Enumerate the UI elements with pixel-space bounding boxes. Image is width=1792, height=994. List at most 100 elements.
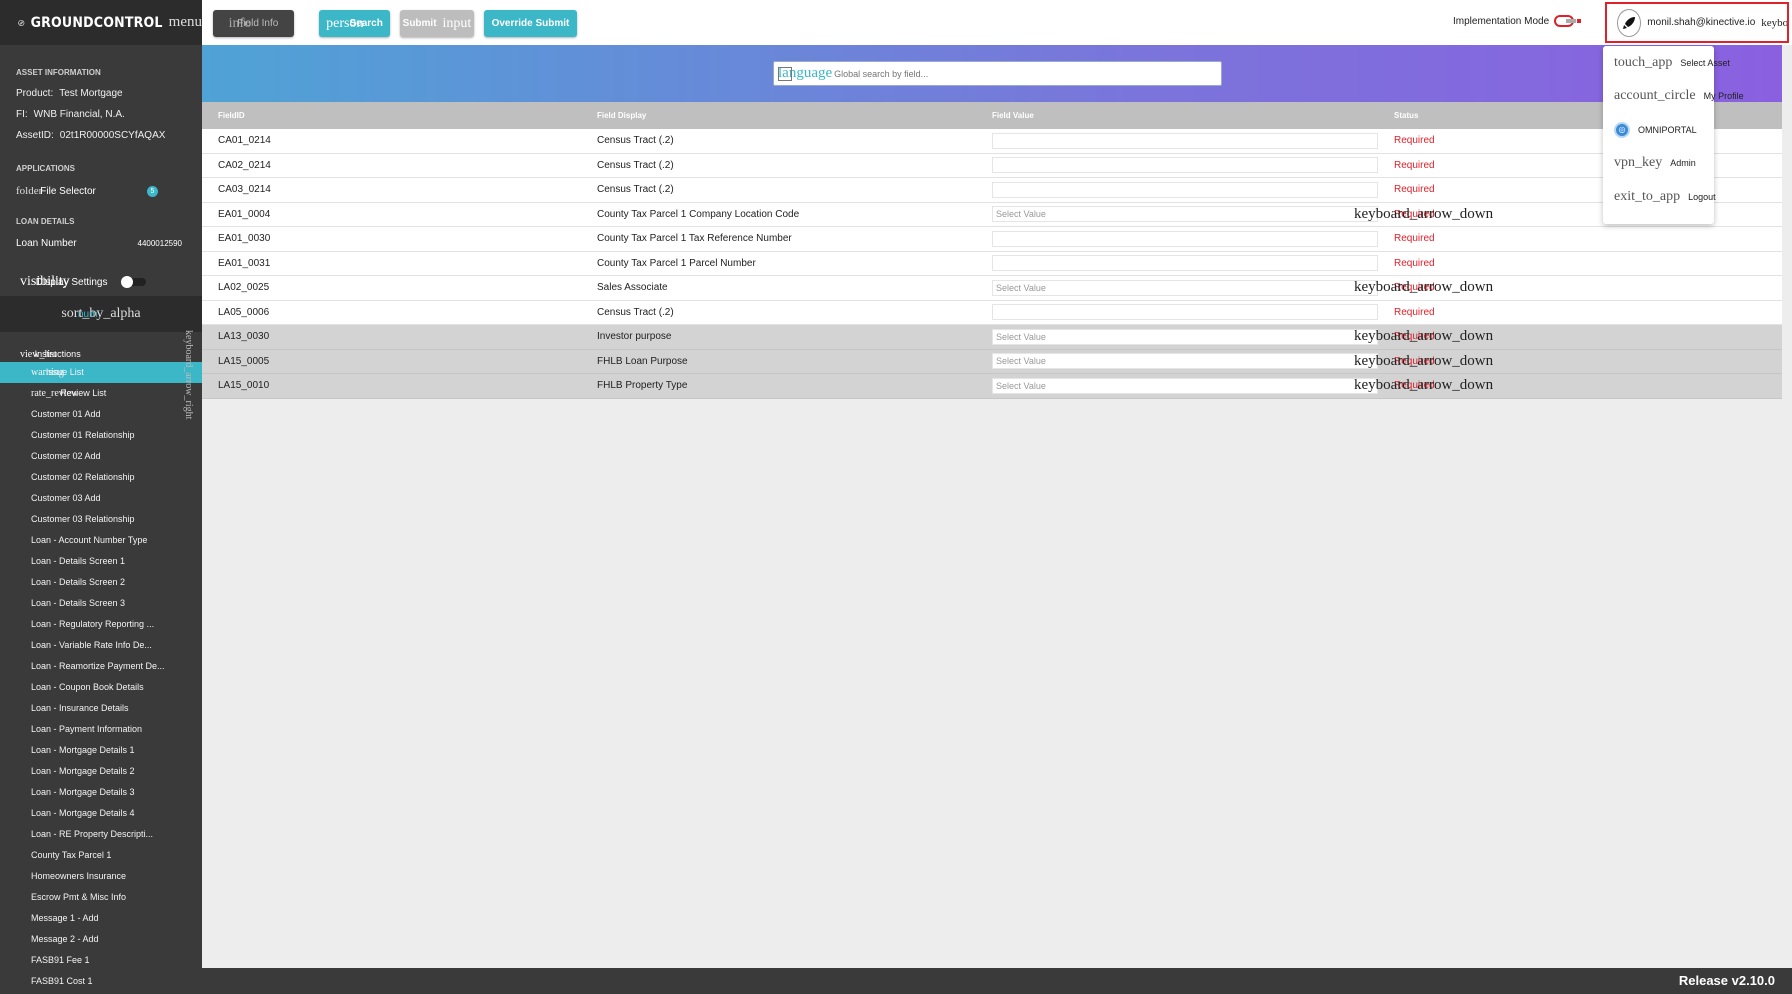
sidebar-item[interactable]: FASB91 Fee 1: [0, 950, 202, 971]
sidebar-item[interactable]: Customer 02 Relationship: [0, 467, 202, 488]
sidebar-item[interactable]: Message 1 - Add: [0, 908, 202, 929]
sidebar-item[interactable]: Loan - Mortgage Details 3: [0, 782, 202, 803]
sidebar: GROUNDCONTROL menu ASSET INFORMATION Pro…: [0, 0, 202, 994]
sidebar-item[interactable]: Loan - Payment Information: [0, 719, 202, 740]
submit-button[interactable]: Submit input: [400, 10, 474, 37]
field-value-input[interactable]: [992, 181, 1378, 198]
chevron-down-icon[interactable]: keyboard_arrow_down: [1354, 206, 1493, 223]
menu-item-logout[interactable]: exit_to_app Logout: [1603, 180, 1716, 214]
sidebar-item[interactable]: Loan - Account Number Type: [0, 530, 202, 551]
sidebar-item[interactable]: Loan - Mortgage Details 4: [0, 803, 202, 824]
col-header-field-display[interactable]: Field Display: [597, 111, 646, 120]
sidebar-item[interactable]: Customer 01 Add: [0, 404, 202, 425]
sidebar-item[interactable]: rate_reviewReview List: [0, 383, 202, 404]
field-value-input[interactable]: [992, 230, 1378, 247]
user-dropdown-menu: touch_app Select Asset account_circle My Pr…: [1603, 46, 1744, 224]
sidebar-item[interactable]: Homeowners Insurance: [0, 866, 202, 887]
field-info-button[interactable]: info Field Info: [213, 10, 294, 37]
sidebar-item[interactable]: Customer 03 Relationship: [0, 509, 202, 530]
user-email: monil.shah@kinective.io: [1647, 17, 1756, 28]
chevron-down-icon[interactable]: keyboard_arrow_down: [1354, 377, 1493, 394]
sidebar-item[interactable]: Loan - Variable Rate Info De...: [0, 635, 202, 656]
user-menu[interactable]: monil.shah@kinective.io keyboard_arrow_d…: [1605, 2, 1789, 43]
table-row[interactable]: CA03_0214 Census Tract (.2) Required: [202, 178, 1782, 203]
chevron-down-icon[interactable]: keyboard_arrow_down: [1761, 17, 1787, 29]
field-id: CA03_0214: [218, 184, 271, 196]
field-value-input[interactable]: [992, 157, 1378, 174]
table-row[interactable]: LA15_0010 FHLB Property Type Select Value R…: [202, 374, 1782, 399]
sort-by-alpha-icon[interactable]: sort_by_alpha: [61, 306, 140, 322]
sidebar-item-label: Loan - Details Screen 1: [31, 556, 126, 566]
sidebar-item-file-selector[interactable]: folder File Selector 5: [0, 178, 202, 204]
field-value-select[interactable]: Select Value: [992, 206, 1378, 223]
table-row[interactable]: CA02_0214 Census Tract (.2) Required: [202, 153, 1782, 178]
keyboard-arrow-right-icon[interactable]: keyboard_arrow_right: [183, 330, 194, 419]
field-value-select[interactable]: Select Value: [992, 279, 1378, 296]
global-search[interactable]: language: [773, 61, 1222, 86]
sidebar-item-label: Loan - Details Screen 3: [31, 598, 126, 608]
sidebar-item[interactable]: Message 2 - Add: [0, 929, 202, 950]
field-value-select[interactable]: Select Value: [992, 353, 1378, 370]
global-search-input[interactable]: [834, 68, 1215, 79]
fi-label: FI:: [16, 109, 28, 120]
table-row[interactable]: LA15_0005 FHLB Loan Purpose Select Value Re…: [202, 349, 1782, 374]
search-button[interactable]: person Search: [319, 10, 390, 37]
menu-icon[interactable]: menu: [169, 14, 202, 31]
table-row[interactable]: LA02_0025 Sales Associate Select Value Requ…: [202, 276, 1782, 301]
sidebar-item[interactable]: Loan - Details Screen 3: [0, 593, 202, 614]
nav-header-instructions[interactable]: view_list Instructions: [0, 346, 202, 362]
omniportal-icon: ◎: [1614, 121, 1630, 138]
sidebar-item[interactable]: Loan - Mortgage Details 2: [0, 761, 202, 782]
sidebar-item[interactable]: Customer 03 Add: [0, 488, 202, 509]
table-row[interactable]: EA01_0031 County Tax Parcel 1 Parcel Numb…: [202, 251, 1782, 276]
menu-item-omniportal[interactable]: ◎ OMNIPORTAL: [1603, 113, 1714, 147]
sidebar-item-label: FASB91 Cost 1: [31, 976, 93, 986]
menu-item-my-profile[interactable]: account_circle My Profile: [1603, 80, 1744, 114]
sidebar-item[interactable]: Escrow Pmt & Misc Info: [0, 887, 202, 908]
sidebar-item[interactable]: County Tax Parcel 1: [0, 845, 202, 866]
menu-item-select-asset[interactable]: touch_app Select Asset: [1603, 46, 1730, 80]
field-value-input[interactable]: [992, 304, 1378, 321]
sidebar-item[interactable]: Loan - Details Screen 1: [0, 551, 202, 572]
table-row[interactable]: LA13_0030 Investor purpose Select Value Req…: [202, 325, 1782, 350]
field-value-input[interactable]: [992, 132, 1378, 149]
sidebar-item[interactable]: Customer 01 Relationship: [0, 425, 202, 446]
chevron-down-icon[interactable]: keyboard_arrow_down: [1354, 353, 1493, 370]
sidebar-item[interactable]: Loan - Coupon Book Details: [0, 677, 202, 698]
sort-bar[interactable]: sort_by_alpha num: [0, 296, 202, 332]
numeric-sort-icon[interactable]: num: [78, 309, 97, 320]
col-header-field-value[interactable]: Field Value: [992, 111, 1034, 120]
table-row[interactable]: CA01_0214 Census Tract (.2) Required: [202, 129, 1782, 154]
override-submit-button[interactable]: Override Submit: [484, 10, 577, 37]
status-badge: Required: [1394, 233, 1435, 245]
status-badge: Required: [1394, 184, 1435, 196]
sidebar-item[interactable]: Customer 02 Add: [0, 446, 202, 467]
field-value-select[interactable]: Select Value: [992, 377, 1378, 394]
sidebar-item[interactable]: Loan - Insurance Details: [0, 698, 202, 719]
implementation-mode-toggle[interactable]: [1554, 15, 1576, 27]
chevron-down-icon[interactable]: keyboard_arrow_down: [1354, 328, 1493, 345]
menu-item-label: Logout: [1688, 191, 1716, 202]
sidebar-item[interactable]: FASB91 Cost 1: [0, 971, 202, 992]
sidebar-item[interactable]: warningIssue List: [0, 362, 202, 383]
table-row[interactable]: EA01_0004 County Tax Parcel 1 Company Loc…: [202, 202, 1782, 227]
status-badge: Required: [1394, 306, 1435, 318]
menu-item-admin[interactable]: vpn_key Admin: [1603, 147, 1714, 181]
col-header-fieldid[interactable]: FieldID: [218, 111, 245, 120]
sidebar-item[interactable]: Loan - Details Screen 2: [0, 572, 202, 593]
field-id: LA15_0010: [218, 380, 270, 392]
table-row[interactable]: LA05_0006 Census Tract (.2) Required: [202, 300, 1782, 325]
field-value-select[interactable]: Select Value: [992, 328, 1378, 345]
table-row[interactable]: EA01_0030 County Tax Parcel 1 Tax Referen…: [202, 227, 1782, 252]
display-settings-row[interactable]: visibility Display Settings: [0, 268, 202, 296]
sidebar-item[interactable]: Loan - Reamortize Payment De...: [0, 656, 202, 677]
sidebar-item[interactable]: Loan - RE Property Descripti...: [0, 824, 202, 845]
sidebar-item[interactable]: Loan - Regulatory Reporting ...: [0, 614, 202, 635]
col-header-status[interactable]: Status: [1394, 111, 1418, 120]
fi-value: WNB Financial, N.A.: [33, 109, 125, 120]
display-settings-toggle[interactable]: [121, 276, 133, 288]
sidebar-item[interactable]: Loan - Mortgage Details 1: [0, 740, 202, 761]
field-info-label: Field Info: [237, 18, 279, 29]
field-value-input[interactable]: [992, 255, 1378, 272]
chevron-down-icon[interactable]: keyboard_arrow_down: [1354, 279, 1493, 296]
